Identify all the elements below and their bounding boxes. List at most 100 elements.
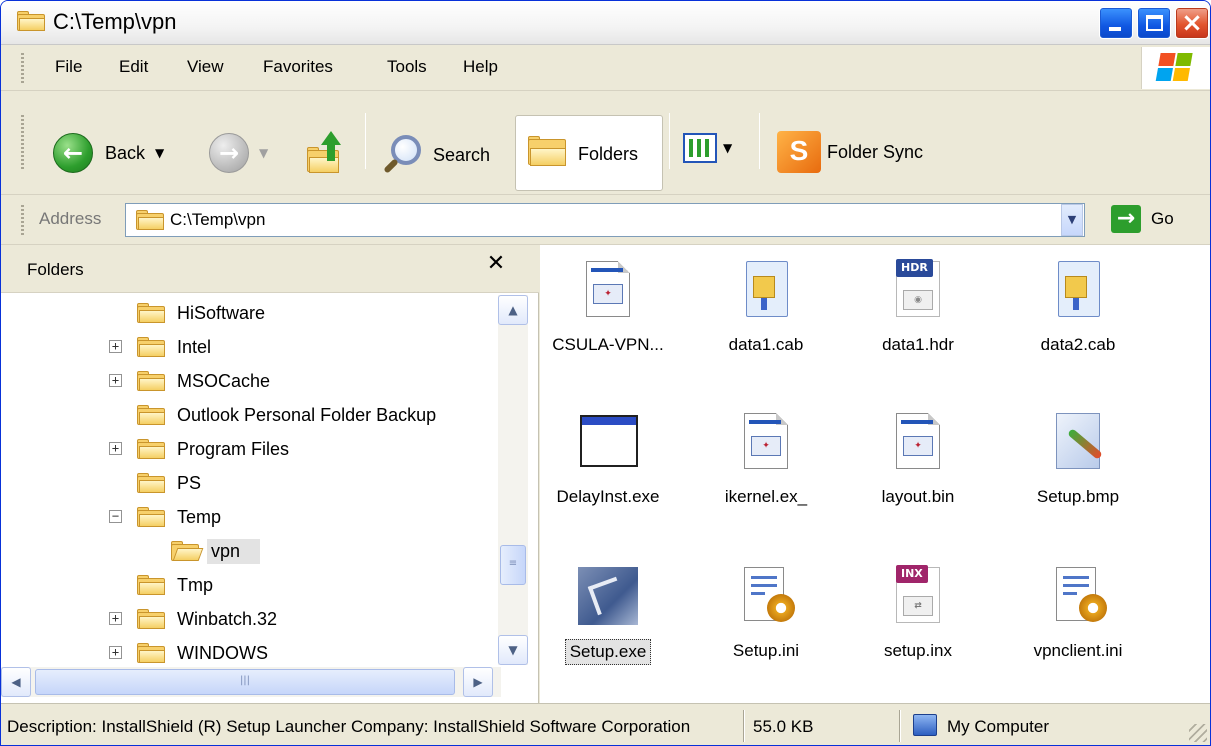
tree-item[interactable]: Temp bbox=[137, 503, 225, 531]
file-item[interactable]: vpnclient.ini bbox=[1006, 565, 1150, 663]
vertical-scrollbar[interactable]: ▲ ≡ ▼ bbox=[498, 295, 528, 665]
expand-icon[interactable]: + bbox=[109, 646, 122, 659]
cab-icon bbox=[736, 259, 796, 323]
folder-icon bbox=[137, 303, 167, 323]
go-button[interactable]: Go bbox=[1151, 209, 1174, 229]
tree-item[interactable]: HiSoftware bbox=[137, 299, 269, 327]
title-bar[interactable]: C:\Temp\vpn × bbox=[1, 1, 1210, 45]
menu-file[interactable]: File bbox=[55, 57, 82, 77]
tree-item[interactable]: MSOCache bbox=[137, 367, 274, 395]
maximize-button[interactable] bbox=[1137, 7, 1171, 39]
ini-icon bbox=[736, 565, 796, 629]
expand-icon[interactable]: + bbox=[109, 340, 122, 353]
menu-tools[interactable]: Tools bbox=[387, 57, 427, 77]
tree-item[interactable]: WINDOWS bbox=[137, 639, 272, 667]
status-divider bbox=[899, 710, 901, 742]
collapse-icon[interactable]: − bbox=[109, 510, 122, 523]
close-pane-icon[interactable]: ✕ bbox=[483, 251, 509, 277]
file-item[interactable]: DelayInst.exe bbox=[536, 411, 680, 509]
toolbar-grip[interactable] bbox=[21, 115, 24, 171]
file-item[interactable]: ◉ HDR data1.hdr bbox=[846, 259, 990, 357]
expand-icon[interactable]: + bbox=[109, 374, 122, 387]
views-dropdown-icon[interactable]: ▼ bbox=[723, 141, 732, 155]
back-dropdown-icon[interactable]: ▼ bbox=[155, 146, 164, 160]
document-icon: ✦ bbox=[578, 259, 638, 323]
folder-icon bbox=[137, 575, 167, 595]
file-item[interactable]: ✦ CSULA-VPN... bbox=[536, 259, 680, 357]
up-folder-icon bbox=[307, 131, 347, 175]
address-dropdown-button[interactable]: ▼ bbox=[1061, 204, 1083, 236]
expand-icon[interactable]: + bbox=[109, 442, 122, 455]
back-button[interactable]: ← Back ▼ bbox=[53, 133, 164, 173]
my-computer-icon bbox=[913, 714, 937, 736]
horizontal-scrollbar[interactable]: ◀ ||| ▶ bbox=[1, 667, 501, 697]
close-button[interactable]: × bbox=[1175, 7, 1209, 39]
scroll-up-button[interactable]: ▲ bbox=[498, 295, 528, 325]
menu-view[interactable]: View bbox=[187, 57, 224, 77]
address-grip[interactable] bbox=[21, 205, 24, 235]
folder-icon bbox=[137, 473, 167, 493]
address-value: C:\Temp\vpn bbox=[170, 210, 266, 229]
status-file-size: 55.0 KB bbox=[753, 717, 814, 736]
tree-item[interactable]: PS bbox=[137, 469, 205, 497]
vertical-scroll-thumb[interactable]: ≡ bbox=[500, 545, 526, 585]
forward-button[interactable]: → ▼ bbox=[209, 133, 268, 173]
file-item[interactable]: data2.cab bbox=[1006, 259, 1150, 357]
menu-grip[interactable] bbox=[21, 53, 24, 83]
folder-icon bbox=[137, 609, 167, 629]
file-item[interactable]: ✦ layout.bin bbox=[846, 411, 990, 509]
tree-item[interactable]: Tmp bbox=[137, 571, 217, 599]
folders-label: Folders bbox=[578, 144, 639, 164]
scroll-right-button[interactable]: ▶ bbox=[463, 667, 493, 697]
document-icon: ✦ bbox=[736, 411, 796, 475]
windows-flag-icon bbox=[1155, 53, 1194, 83]
expand-icon[interactable]: + bbox=[109, 612, 122, 625]
go-arrow-icon[interactable]: → bbox=[1111, 205, 1141, 233]
folders-pane: Folders ✕ HiSoftware + Intel + MSOCache … bbox=[1, 245, 539, 703]
minimize-icon bbox=[1109, 27, 1121, 31]
application-icon bbox=[578, 411, 638, 475]
folders-icon bbox=[528, 136, 568, 166]
menu-edit[interactable]: Edit bbox=[119, 57, 148, 77]
minimize-button[interactable] bbox=[1099, 7, 1133, 39]
explorer-window: C:\Temp\vpn × File Edit View Favorites T… bbox=[0, 0, 1211, 746]
close-icon: × bbox=[1181, 8, 1203, 38]
address-input[interactable]: C:\Temp\vpn bbox=[125, 203, 1085, 237]
scroll-down-button[interactable]: ▼ bbox=[498, 635, 528, 665]
status-description: Description: InstallShield (R) Setup Lau… bbox=[7, 717, 691, 736]
folder-icon bbox=[137, 405, 167, 425]
back-label: Back bbox=[105, 142, 146, 163]
scroll-left-button[interactable]: ◀ bbox=[1, 667, 31, 697]
window-title: C:\Temp\vpn bbox=[53, 9, 177, 34]
folders-button[interactable]: Folders bbox=[515, 115, 663, 191]
maximize-icon bbox=[1146, 15, 1163, 31]
file-list-view: ✦ CSULA-VPN... data1.cab ◉ HDR data1.hdr… bbox=[540, 245, 1210, 703]
menu-help[interactable]: Help bbox=[463, 57, 498, 77]
folder-sync-button[interactable]: S Folder Sync bbox=[777, 131, 923, 173]
search-button[interactable]: Search bbox=[381, 133, 490, 177]
tree-item[interactable]: Intel bbox=[137, 333, 215, 361]
horizontal-scroll-thumb[interactable]: ||| bbox=[35, 669, 455, 695]
bitmap-icon bbox=[1048, 411, 1108, 475]
tree-item[interactable]: Outlook Personal Folder Backup bbox=[137, 401, 440, 429]
tree-item[interactable]: Program Files bbox=[137, 435, 293, 463]
up-folder-button[interactable] bbox=[307, 131, 347, 175]
resize-grip[interactable] bbox=[1189, 724, 1207, 742]
menu-favorites[interactable]: Favorites bbox=[263, 57, 333, 77]
file-item[interactable]: data1.cab bbox=[694, 259, 838, 357]
folder-icon bbox=[137, 371, 167, 391]
file-item[interactable]: ✦ ikernel.ex_ bbox=[694, 411, 838, 509]
folder-sync-label: Folder Sync bbox=[827, 141, 924, 162]
inx-icon: ⇄ INX bbox=[888, 565, 948, 629]
file-item[interactable]: Setup.ini bbox=[694, 565, 838, 663]
tree-item[interactable]: Winbatch.32 bbox=[137, 605, 281, 633]
forward-dropdown-icon[interactable]: ▼ bbox=[259, 146, 268, 160]
file-item-selected[interactable]: Setup.exe bbox=[536, 565, 680, 665]
tree-item-selected[interactable]: vpn bbox=[171, 537, 261, 565]
toolbar-separator bbox=[669, 113, 670, 169]
status-zone: My Computer bbox=[947, 717, 1050, 736]
views-button[interactable]: ▼ bbox=[683, 133, 732, 163]
file-item[interactable]: Setup.bmp bbox=[1006, 411, 1150, 509]
folder-icon bbox=[137, 439, 167, 459]
file-item[interactable]: ⇄ INX setup.inx bbox=[846, 565, 990, 663]
